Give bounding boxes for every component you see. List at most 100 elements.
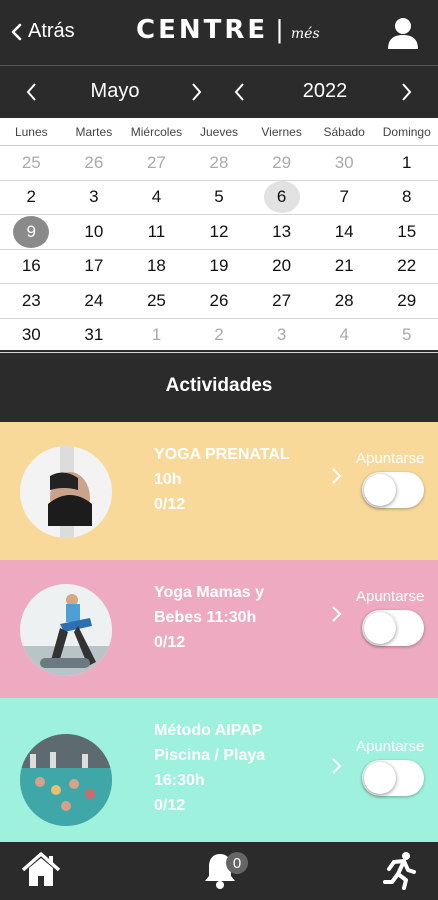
activities-title: Actividades: [165, 375, 273, 396]
calendar-day-number: 11: [147, 221, 166, 241]
calendar-day[interactable]: 4: [313, 319, 376, 353]
activity-info-line: 0/12: [154, 634, 186, 651]
calendar-day[interactable]: 26: [188, 284, 251, 318]
calendar-day-number: 8: [402, 187, 412, 207]
calendar-day-selected[interactable]: 9: [0, 215, 63, 249]
calendar-week: 30 31 1 2 3 4 5: [0, 319, 438, 353]
activity-info-line: 10h: [154, 471, 182, 488]
calendar-day[interactable]: 30: [0, 319, 63, 353]
calendar-day[interactable]: 1: [375, 146, 438, 180]
calendar-week: 23 24 25 26 27 28 29: [0, 284, 438, 319]
calendar-day[interactable]: 25: [0, 146, 63, 180]
activity-photo: [20, 446, 112, 538]
weekday-label: Martes: [75, 124, 113, 139]
calendar-day[interactable]: 19: [188, 250, 251, 284]
calendar-day-number: 23: [21, 290, 41, 310]
logo-separator: |: [276, 14, 283, 44]
calendar-day[interactable]: 7: [313, 181, 376, 215]
activity-photo: [20, 734, 112, 826]
calendar-day-number: 1: [402, 152, 412, 172]
next-month-button[interactable]: [184, 80, 208, 104]
calendar-day-number: 6: [263, 181, 300, 214]
weekday-header: Lunes Martes Miércoles Jueves Viernes Sá…: [0, 118, 438, 146]
back-button[interactable]: Atrás: [10, 20, 75, 43]
year-label: 2022: [302, 80, 348, 102]
calendar-day[interactable]: 1: [125, 319, 188, 353]
activity-info-line: YOGA PRENATAL: [154, 446, 290, 463]
activity-card[interactable]: Yoga Mamas y Bebes 11:30h 0/12 Apuntarse: [0, 560, 438, 698]
calendar-day-number: 9: [13, 215, 50, 248]
calendar-day[interactable]: 6: [250, 181, 313, 215]
activity-details-button[interactable]: [326, 604, 346, 624]
calendar-day-number: 14: [334, 221, 354, 241]
calendar-day[interactable]: 12: [188, 215, 251, 249]
calendar-day[interactable]: 22: [375, 250, 438, 284]
calendar-day[interactable]: 3: [250, 319, 313, 353]
calendar-day[interactable]: 2: [0, 181, 63, 215]
calendar-day[interactable]: 30: [313, 146, 376, 180]
enroll-toggle[interactable]: [362, 760, 424, 796]
calendar-day[interactable]: 18: [125, 250, 188, 284]
calendar-day[interactable]: 10: [63, 215, 126, 249]
calendar-day-number: 27: [272, 290, 292, 310]
chevron-right-icon: [402, 83, 412, 101]
activity-card[interactable]: Método AIPAP Piscina / Playa 16:30h 0/12 Ap…: [0, 698, 438, 842]
calendar-day[interactable]: 20: [250, 250, 313, 284]
prev-year-button[interactable]: [228, 80, 252, 104]
calendar-day-number: 17: [84, 256, 104, 276]
calendar-day[interactable]: 16: [0, 250, 63, 284]
calendar-day[interactable]: 27: [125, 146, 188, 180]
calendar-day[interactable]: 28: [188, 146, 251, 180]
activity-photo: [20, 584, 112, 676]
calendar-day[interactable]: 13: [250, 215, 313, 249]
calendar-day[interactable]: 5: [375, 319, 438, 353]
toggle-knob: [364, 474, 396, 506]
calendar-day[interactable]: 29: [250, 146, 313, 180]
calendar-day[interactable]: 15: [375, 215, 438, 249]
calendar-day-number: 5: [214, 187, 224, 207]
calendar-day-number: 25: [21, 152, 41, 172]
calendar-day-number: 27: [146, 152, 166, 172]
calendar-week: 2 3 4 5 6 7 8: [0, 181, 438, 215]
activity-info: Yoga Mamas y Bebes 11:30h 0/12: [154, 580, 264, 655]
calendar-day[interactable]: 11: [125, 215, 188, 249]
calendar-day[interactable]: 21: [313, 250, 376, 284]
calendar-day[interactable]: 31: [63, 319, 126, 353]
home-button[interactable]: [20, 850, 62, 895]
calendar-day[interactable]: 23: [0, 284, 63, 318]
activity-details-button[interactable]: [326, 466, 346, 486]
calendar-day-number: 10: [84, 221, 104, 241]
calendar-day-number: 4: [339, 325, 349, 345]
calendar-day[interactable]: 28: [313, 284, 376, 318]
date-selector: Mayo 2022: [0, 66, 438, 118]
calendar-day[interactable]: 5: [188, 181, 251, 215]
calendar-day-number: 31: [84, 325, 104, 345]
activity-info-line: 16:30h: [154, 772, 205, 789]
calendar-day-number: 1: [151, 325, 162, 345]
calendar-day[interactable]: 17: [63, 250, 126, 284]
calendar-day[interactable]: 29: [375, 284, 438, 318]
calendar-day[interactable]: 26: [63, 146, 126, 180]
profile-button[interactable]: [386, 16, 420, 50]
calendar-day[interactable]: 2: [188, 319, 251, 353]
calendar-day-number: 21: [334, 256, 354, 276]
activity-card[interactable]: YOGA PRENATAL 10h 0/12 Apuntarse: [0, 422, 438, 560]
enroll-toggle[interactable]: [362, 472, 424, 508]
running-person-icon: [383, 852, 416, 890]
activity-button[interactable]: [380, 850, 420, 895]
prev-month-button[interactable]: [20, 80, 44, 104]
calendar-day[interactable]: 4: [125, 181, 188, 215]
calendar-day[interactable]: 8: [375, 181, 438, 215]
chevron-right-icon: [192, 83, 202, 101]
calendar-day[interactable]: 25: [125, 284, 188, 318]
next-year-button[interactable]: [394, 80, 418, 104]
calendar-day[interactable]: 14: [313, 215, 376, 249]
calendar-day[interactable]: 27: [250, 284, 313, 318]
activity-details-button[interactable]: [326, 756, 346, 776]
calendar-grid: 25 26 27 28 29 30 1 2 3 4 5 6 7 8 9 10 11 12 13 14 15 16 17 18 1…: [0, 146, 438, 353]
calendar-day-number: 20: [272, 256, 292, 276]
calendar-day[interactable]: 24: [63, 284, 126, 318]
enroll-toggle[interactable]: [362, 610, 424, 646]
calendar-day[interactable]: 3: [63, 181, 126, 215]
month-label: Mayo: [90, 80, 140, 102]
